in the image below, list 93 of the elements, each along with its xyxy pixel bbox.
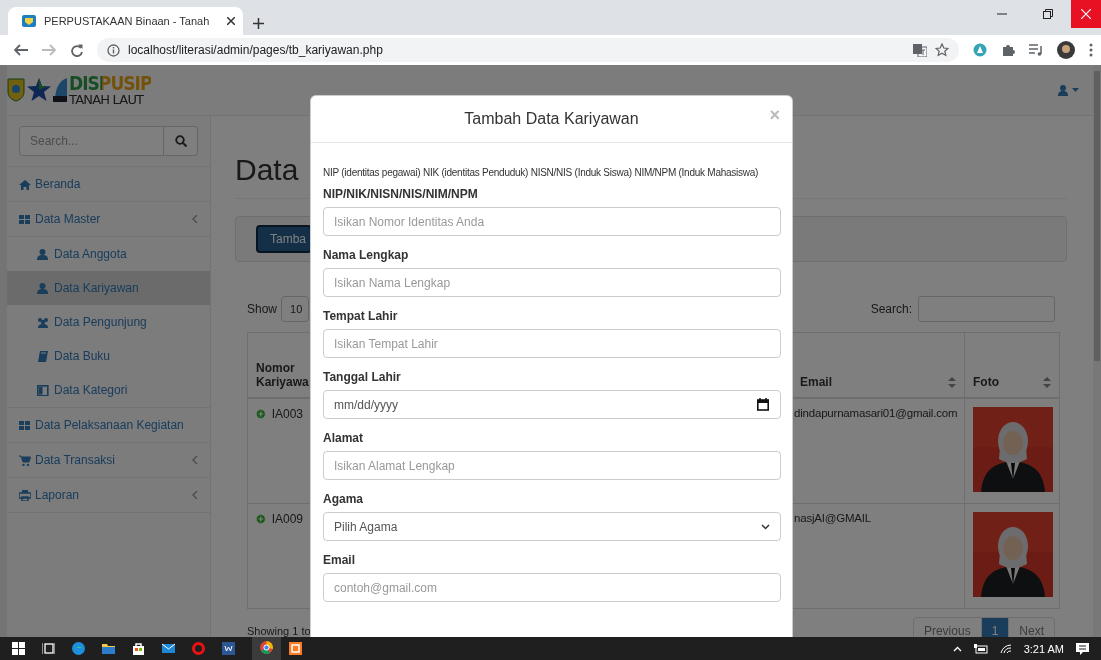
- length-label: Show: [247, 302, 278, 316]
- star-icon[interactable]: [935, 43, 949, 57]
- field-label: Tanggal Lahir: [323, 370, 402, 384]
- input-field[interactable]: Isikan Tempat Lahir: [323, 329, 781, 358]
- info-icon: [107, 43, 120, 57]
- length-select[interactable]: 10: [281, 296, 310, 322]
- back-icon[interactable]: [14, 44, 28, 56]
- search-label: Search:: [870, 302, 912, 316]
- browser-icon[interactable]: [260, 640, 273, 654]
- sort-icon: [1043, 376, 1051, 388]
- address-bar[interactable]: localhost/literasi/admin/pages/tb_kariyawan.php: [97, 38, 959, 62]
- clock-text[interactable]: 3:21 AM: [1023, 642, 1064, 655]
- user-icon[interactable]: [1058, 84, 1068, 96]
- sidebar-item[interactable]: Data Anggota: [7, 237, 210, 271]
- home-icon: [19, 178, 31, 190]
- printer-icon: [19, 489, 31, 501]
- translate-icon[interactable]: [913, 43, 927, 57]
- sidebar-item[interactable]: Data Pengunjung: [7, 305, 210, 339]
- emblem-icon: [7, 78, 25, 102]
- field-label: NIP/NIK/NISN/NIS/NIM/NPM: [323, 187, 479, 201]
- column-header[interactable]: Foto: [964, 332, 1060, 398]
- date-field[interactable]: mm/dd/yyyy: [323, 390, 781, 419]
- add-button[interactable]: Tamba: [256, 225, 312, 253]
- more-icon[interactable]: [1089, 43, 1093, 57]
- page-link[interactable]: 1: [980, 618, 1009, 637]
- sidebar-item[interactable]: Data Pelaksanaan Kegiatan: [7, 408, 210, 443]
- close-icon[interactable]: [227, 17, 235, 25]
- tab-title: PERPUSTAKAAN Binaan - Tanah: [44, 15, 211, 27]
- mail-icon[interactable]: [162, 642, 175, 655]
- users-icon: [37, 316, 49, 328]
- table-info: Showing 1 to: [247, 625, 311, 637]
- close-button[interactable]: ×: [769, 106, 780, 124]
- sidebar-item[interactable]: Data Buku: [7, 339, 210, 373]
- shopping-bag-icon[interactable]: [132, 642, 145, 655]
- scrollbar[interactable]: [1093, 65, 1101, 637]
- chevron-up-icon[interactable]: [952, 645, 962, 652]
- restore-icon[interactable]: [1043, 9, 1053, 19]
- sidebar-item[interactable]: Beranda: [7, 167, 210, 202]
- field-label: Email: [323, 553, 356, 567]
- caret-icon[interactable]: [1072, 88, 1079, 92]
- grid-icon: [19, 419, 31, 431]
- ring-icon[interactable]: [192, 642, 205, 655]
- task-view-icon[interactable]: [42, 642, 55, 655]
- page-title: Data: [235, 152, 300, 188]
- reload-icon[interactable]: [70, 43, 83, 57]
- chevron-down-icon: [761, 523, 770, 530]
- calendar-icon: [757, 398, 769, 411]
- chevron-icon: [192, 215, 198, 223]
- book-icon: [37, 350, 49, 362]
- search-button[interactable]: [164, 126, 198, 156]
- sidebar-item[interactable]: Data Transaksi: [7, 443, 210, 478]
- start-button[interactable]: [12, 642, 25, 655]
- chevron-icon: [192, 456, 198, 464]
- battery-icon[interactable]: [973, 643, 988, 654]
- field-label: Alamat: [323, 431, 364, 445]
- url-text: localhost/literasi/admin/pages/tb_kariyawan.php: [128, 43, 384, 57]
- sidebar-item[interactable]: Data Kategori: [7, 373, 210, 407]
- field-label: Agama: [323, 492, 364, 506]
- user-icon: [37, 248, 49, 260]
- sidebar-item[interactable]: Data Kariyawan: [7, 271, 210, 305]
- folder-icon[interactable]: [102, 642, 115, 655]
- cart-icon: [19, 454, 31, 466]
- puzzle-icon[interactable]: [1001, 43, 1015, 57]
- extension-icon[interactable]: [973, 43, 987, 57]
- wifi-icon[interactable]: [999, 643, 1012, 654]
- document-icon[interactable]: [222, 642, 235, 655]
- modal-title: Tambah Data Kariyawan: [464, 110, 639, 128]
- input-field[interactable]: Isikan Nomor Identitas Anda: [323, 207, 781, 236]
- sort-icon: [948, 376, 956, 388]
- chevron-icon: [192, 491, 198, 499]
- hint-text: NIP (identitas pegawai) NIK (identitas Penduduk) NISN/NIS (Induk Siswa) NIM/NPM (Induk Mahasiswa): [323, 167, 760, 178]
- new-tab-icon[interactable]: [253, 18, 264, 29]
- select-field[interactable]: Pilih Agama: [323, 512, 781, 541]
- logo-title: DISPUSIP: [69, 74, 152, 93]
- sidebar-item[interactable]: Laporan: [7, 478, 210, 513]
- logo-subtitle: TANAH LAUT: [69, 93, 145, 106]
- field-label: Tempat Lahir: [323, 309, 399, 323]
- search-field[interactable]: [918, 296, 1055, 322]
- sidebar-item[interactable]: Data Master: [7, 202, 210, 237]
- notification-icon[interactable]: [1076, 642, 1089, 655]
- playlist-icon[interactable]: [1029, 44, 1043, 56]
- input-field[interactable]: Isikan Alamat Lengkap: [323, 451, 781, 480]
- page-link[interactable]: Previous: [913, 618, 981, 637]
- search-icon: [174, 135, 187, 147]
- input-field[interactable]: contoh@gmail.com: [323, 573, 781, 602]
- avatar-icon[interactable]: [1057, 41, 1075, 59]
- grid-icon: [19, 213, 31, 225]
- user-icon: [37, 282, 49, 294]
- browser-tab[interactable]: PERPUSTAKAAN Binaan - Tanah: [8, 7, 243, 35]
- field-label: Nama Lengkap: [323, 248, 410, 262]
- favicon-icon: [22, 15, 36, 27]
- input-field[interactable]: Isikan Nama Lengkap: [323, 268, 781, 297]
- star-icon: [27, 78, 51, 102]
